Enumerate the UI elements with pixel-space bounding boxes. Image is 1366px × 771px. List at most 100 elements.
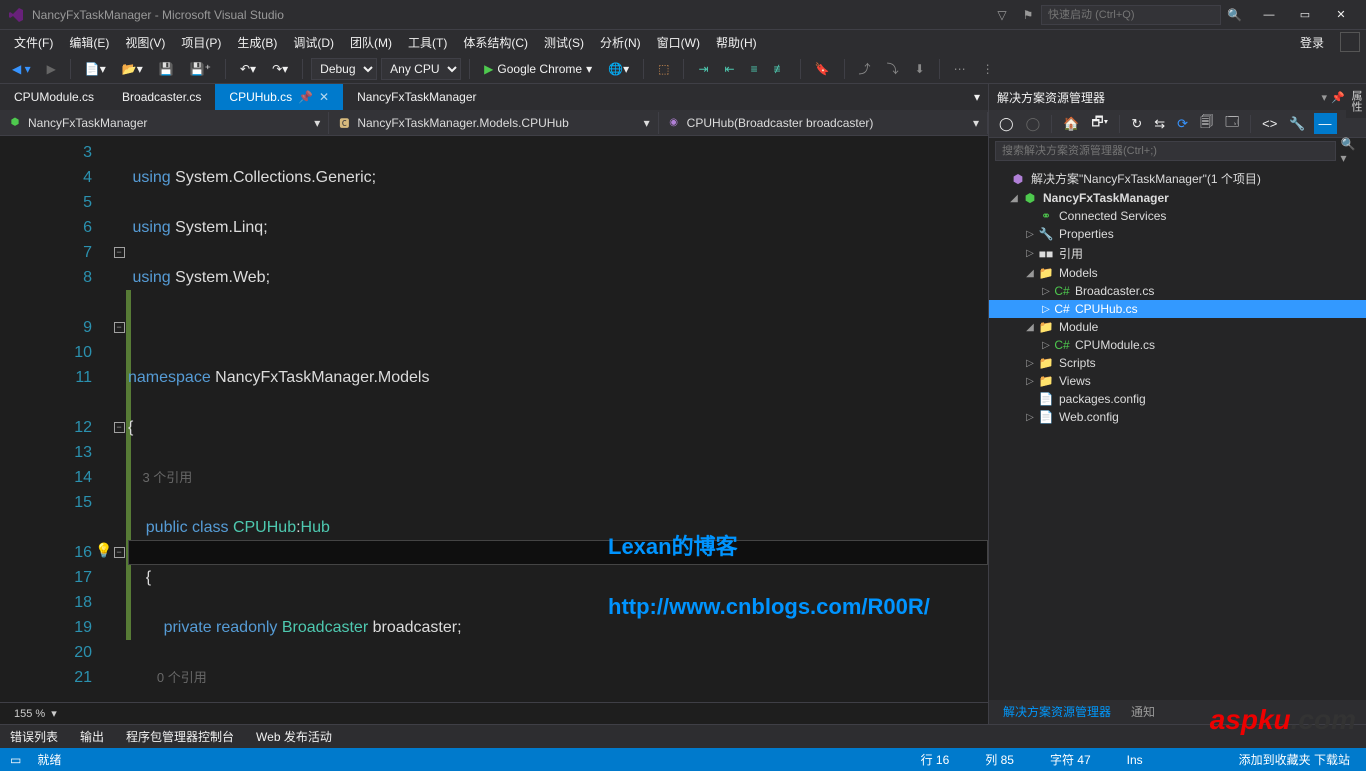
save-all-button[interactable]: 💾⁺ — [184, 59, 217, 79]
fwd-icon[interactable]: ◯ — [1022, 113, 1045, 135]
preview-icon[interactable]: 🗔 — [1221, 110, 1243, 138]
solution-search-input[interactable] — [995, 141, 1336, 161]
menu-debug[interactable]: 调试(D) — [285, 31, 342, 54]
zoom-level[interactable]: 155 % — [8, 706, 51, 722]
refresh-icon[interactable]: ⟳ — [1173, 113, 1192, 135]
show-all-icon[interactable]: 🗐 — [1196, 110, 1217, 138]
tb-icon-1[interactable]: ⬚ — [652, 59, 675, 79]
config-select[interactable]: Debug — [311, 58, 377, 80]
navigate-back-button[interactable]: ◀ ▾ — [6, 59, 37, 79]
tb-icon-extra[interactable]: ⋯ — [948, 59, 972, 79]
tree-broadcaster-cs[interactable]: ▷C#Broadcaster.cs — [989, 282, 1366, 300]
lightbulb-icon[interactable]: 💡 — [95, 542, 112, 559]
tree-module[interactable]: ◢📁Module — [989, 318, 1366, 336]
fold-icon[interactable]: − — [114, 547, 125, 558]
tree-solution[interactable]: ⬢解决方案"NancyFxTaskManager"(1 个项目) — [989, 168, 1366, 189]
redo-button[interactable]: ↷▾ — [266, 59, 294, 79]
menu-edit[interactable]: 编辑(E) — [61, 31, 117, 54]
tab-error-list[interactable]: 错误列表 — [6, 725, 62, 748]
home-icon[interactable]: 🏠 — [1059, 113, 1083, 135]
tb-icon-extra2[interactable]: ⋮ — [976, 59, 1000, 79]
tb-icon-step3[interactable]: ⬇ — [909, 59, 931, 79]
tb-icon-bookmark[interactable]: 🔖 — [809, 59, 836, 79]
tree-cpuhub-cs[interactable]: ▷C#CPUHub.cs — [989, 300, 1366, 318]
tree-views[interactable]: ▷📁Views — [989, 372, 1366, 390]
open-file-button[interactable]: 📂▾ — [116, 59, 149, 79]
pin-icon[interactable]: 📌 — [1331, 91, 1345, 104]
menu-test[interactable]: 测试(S) — [536, 31, 592, 54]
notifications-icon[interactable]: ▽ — [991, 4, 1013, 26]
tree-webconfig[interactable]: ▷📄Web.config — [989, 408, 1366, 426]
pin-icon[interactable]: 📌 — [298, 90, 313, 104]
close-tab-icon[interactable]: ✕ — [319, 90, 329, 104]
nav-member[interactable]: ◉CPUHub(Broadcaster broadcaster)▾ — [659, 112, 988, 134]
login-button[interactable]: 登录 — [1292, 31, 1332, 54]
search-icon[interactable]: 🔍 — [1227, 8, 1242, 22]
tab-output[interactable]: 输出 — [76, 725, 108, 748]
scope-icon[interactable]: ↻ — [1127, 113, 1146, 135]
tab-cpuhub[interactable]: CPUHub.cs📌✕ — [215, 84, 343, 110]
fold-icon[interactable]: − — [114, 422, 125, 433]
start-debug-button[interactable]: ▶Google Chrome ▾ — [478, 59, 598, 79]
menu-arch[interactable]: 体系结构(C) — [455, 31, 536, 54]
tabs-dropdown[interactable]: ▾ — [966, 84, 988, 110]
menu-analyze[interactable]: 分析(N) — [592, 31, 649, 54]
tb-icon-uncomment[interactable]: ≢ — [768, 59, 792, 79]
properties-vtab[interactable]: 属性 — [1346, 84, 1366, 118]
feedback-icon[interactable]: ⚑ — [1017, 4, 1039, 26]
tab-cpumodule[interactable]: CPUModule.cs — [0, 84, 108, 110]
tab-project[interactable]: NancyFxTaskManager — [343, 84, 490, 110]
tree-packages[interactable]: 📄packages.config — [989, 390, 1366, 408]
platform-select[interactable]: Any CPU — [381, 58, 461, 80]
save-button[interactable]: 💾 — [153, 59, 180, 79]
tb-icon-comment[interactable]: ≡ — [745, 59, 764, 79]
tab-web-publish[interactable]: Web 发布活动 — [252, 725, 336, 748]
tab-notifications[interactable]: 通知 — [1121, 699, 1165, 724]
tree-project[interactable]: ◢⬢NancyFxTaskManager — [989, 189, 1366, 207]
tree-models[interactable]: ◢📁Models — [989, 264, 1366, 282]
back-icon[interactable]: ◯ — [995, 113, 1018, 135]
tree-refs[interactable]: ▷■■引用 — [989, 243, 1366, 264]
tab-broadcaster[interactable]: Broadcaster.cs — [108, 84, 215, 110]
quick-launch-input[interactable] — [1041, 5, 1221, 25]
tree-connected[interactable]: ⚭Connected Services — [989, 207, 1366, 225]
avatar-icon[interactable] — [1340, 32, 1360, 52]
menu-help[interactable]: 帮助(H) — [708, 31, 765, 54]
code-icon[interactable]: <> — [1258, 113, 1281, 134]
fold-icon[interactable]: − — [114, 322, 125, 333]
search-icon[interactable]: 🔍▾ — [1340, 137, 1360, 165]
menu-tools[interactable]: 工具(T) — [400, 31, 455, 54]
tb-icon-outdent[interactable]: ⇤ — [719, 59, 741, 79]
close-button[interactable]: ✕ — [1324, 2, 1358, 28]
menu-build[interactable]: 生成(B) — [229, 31, 285, 54]
menu-team[interactable]: 团队(M) — [342, 31, 400, 54]
tab-package-console[interactable]: 程序包管理器控制台 — [122, 725, 238, 748]
wrench-icon[interactable]: — — [1314, 113, 1337, 134]
nav-class[interactable]: 🅲NancyFxTaskManager.Models.CPUHub▾ — [329, 112, 658, 134]
nav-project[interactable]: ⬢NancyFxTaskManager▾ — [0, 112, 329, 134]
maximize-button[interactable]: ▭ — [1288, 2, 1322, 28]
menu-window[interactable]: 窗口(W) — [649, 31, 708, 54]
tb-icon-step1[interactable]: ⤴ — [853, 57, 877, 80]
code-editor[interactable]: 💡 3456 78 910 11 12131415 161718192021 −… — [0, 136, 988, 702]
menu-view[interactable]: 视图(V) — [117, 31, 173, 54]
collapse-icon[interactable]: ⇆ — [1150, 113, 1169, 135]
dropdown-icon[interactable]: ▾ — [1322, 91, 1328, 104]
minimize-button[interactable]: — — [1252, 2, 1286, 28]
sync-icon[interactable]: 🗗▾ — [1087, 110, 1112, 138]
tree-properties[interactable]: ▷🔧Properties — [989, 225, 1366, 243]
properties-icon[interactable]: 🔧 — [1285, 113, 1309, 135]
new-project-button[interactable]: 📄▾ — [79, 59, 112, 79]
browser-select-button[interactable]: 🌐▾ — [602, 59, 635, 79]
fold-icon[interactable]: − — [114, 247, 125, 258]
navigate-fwd-button[interactable]: ▶ — [41, 59, 62, 79]
tab-solution-explorer[interactable]: 解决方案资源管理器 — [993, 699, 1121, 724]
tb-icon-step2[interactable]: ⤵ — [881, 57, 905, 80]
tb-icon-indent[interactable]: ⇥ — [692, 59, 714, 79]
undo-button[interactable]: ↶▾ — [234, 59, 262, 79]
tree-scripts[interactable]: ▷📁Scripts — [989, 354, 1366, 372]
tree-cpumodule-cs[interactable]: ▷C#CPUModule.cs — [989, 336, 1366, 354]
code-content[interactable]: using System.Collections.Generic; using … — [128, 136, 988, 702]
menu-project[interactable]: 项目(P) — [173, 31, 229, 54]
menu-file[interactable]: 文件(F) — [6, 31, 61, 54]
